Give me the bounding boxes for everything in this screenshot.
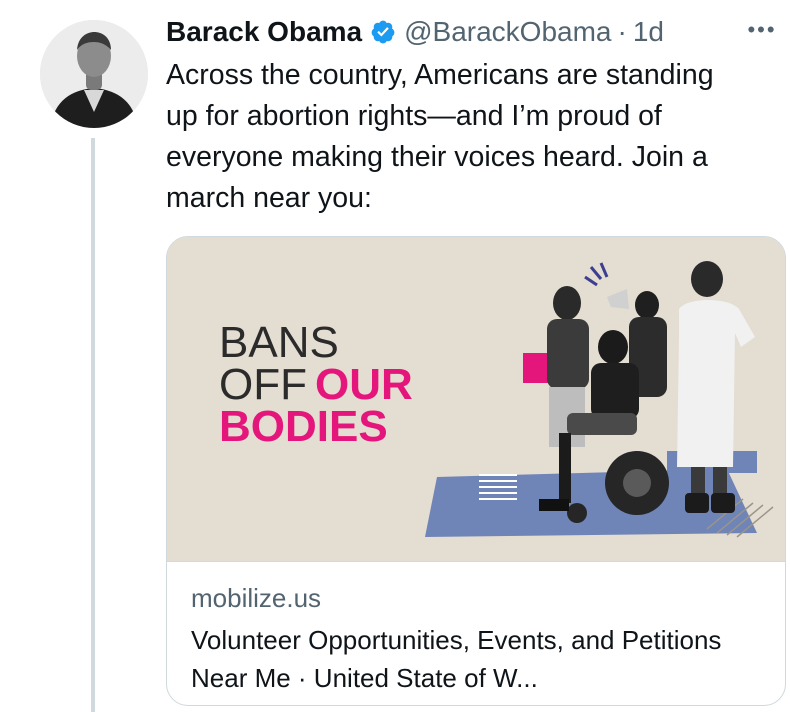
author-avatar-photo bbox=[40, 20, 148, 128]
card-headline-line3: BODIES bbox=[219, 402, 388, 451]
tweet-header: Barack Obama @BarackObama · 1d bbox=[166, 12, 664, 52]
author-avatar[interactable] bbox=[40, 20, 148, 128]
card-divider bbox=[167, 561, 785, 562]
verified-badge-icon bbox=[371, 20, 395, 44]
more-options-icon[interactable]: ••• bbox=[744, 17, 780, 42]
card-domain[interactable]: mobilize.us bbox=[191, 583, 321, 614]
link-preview-card[interactable]: BANS OFF OUR BODIES mobilize.us Voluntee… bbox=[166, 236, 786, 706]
card-image[interactable]: BANS OFF OUR BODIES bbox=[167, 237, 785, 561]
tweet-timestamp[interactable]: 1d bbox=[633, 16, 664, 48]
card-illustration: BANS OFF OUR BODIES bbox=[167, 237, 785, 561]
card-title[interactable]: Volunteer Opportunities, Events, and Pet… bbox=[191, 621, 771, 697]
header-separator: · bbox=[617, 16, 627, 47]
author-name[interactable]: Barack Obama bbox=[166, 16, 362, 48]
author-handle[interactable]: @BarackObama bbox=[404, 16, 611, 48]
thread-connector-line bbox=[91, 138, 95, 712]
tweet-text: Across the country, Americans are standi… bbox=[166, 59, 714, 214]
